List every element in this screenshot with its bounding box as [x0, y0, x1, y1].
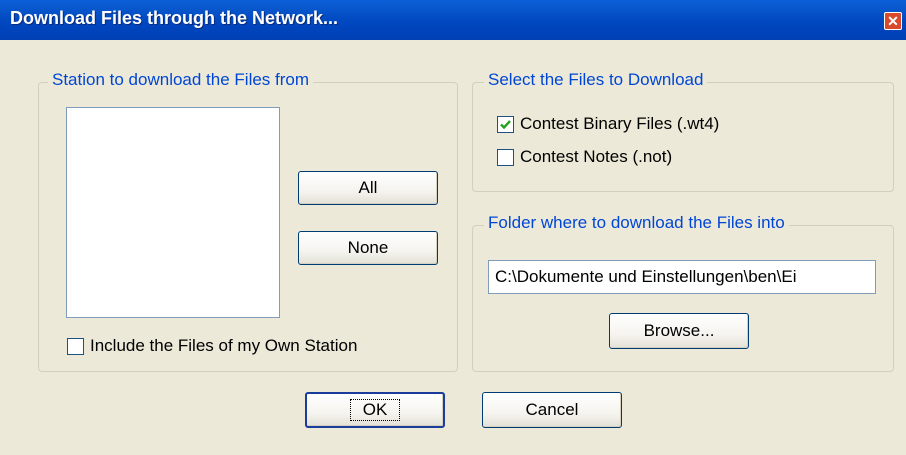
folder-groupbox	[472, 225, 894, 372]
none-button-label: None	[347, 238, 389, 257]
include-own-station-row[interactable]: Include the Files of my Own Station	[67, 336, 357, 356]
station-listbox[interactable]	[66, 107, 280, 318]
all-button[interactable]: All	[298, 171, 438, 205]
all-button-label: All	[358, 178, 378, 197]
ok-button-label: OK	[349, 399, 401, 421]
binary-files-label: Contest Binary Files (.wt4)	[520, 114, 720, 133]
dialog-window: Download Files through the Network... ✕ …	[0, 0, 906, 455]
window-title: Download Files through the Network...	[10, 8, 339, 28]
cancel-button-label: Cancel	[525, 400, 579, 419]
browse-button-label: Browse...	[643, 321, 715, 340]
include-own-station-label: Include the Files of my Own Station	[90, 336, 358, 355]
none-button[interactable]: None	[298, 231, 438, 265]
station-group-label: Station to download the Files from	[48, 70, 314, 90]
checkmark-icon	[500, 119, 511, 129]
files-group-label: Select the Files to Download	[484, 70, 708, 90]
close-icon: ✕	[887, 13, 899, 29]
browse-button[interactable]: Browse...	[609, 313, 749, 349]
cancel-button[interactable]: Cancel	[482, 392, 622, 428]
binary-files-checkbox[interactable]	[497, 115, 514, 133]
close-button[interactable]: ✕	[884, 12, 902, 30]
ok-button[interactable]: OK	[305, 392, 445, 428]
notes-label: Contest Notes (.not)	[520, 147, 673, 166]
notes-row[interactable]: Contest Notes (.not)	[497, 147, 672, 167]
folder-group-label: Folder where to download the Files into	[484, 213, 789, 233]
folder-path-input[interactable]: C:\Dokumente und Einstellungen\ben\Ei	[488, 260, 876, 294]
binary-files-row[interactable]: Contest Binary Files (.wt4)	[497, 114, 719, 134]
title-bar[interactable]: Download Files through the Network... ✕	[0, 0, 906, 40]
files-groupbox	[472, 82, 894, 192]
notes-checkbox[interactable]	[497, 148, 514, 166]
include-own-station-checkbox[interactable]	[67, 337, 84, 355]
